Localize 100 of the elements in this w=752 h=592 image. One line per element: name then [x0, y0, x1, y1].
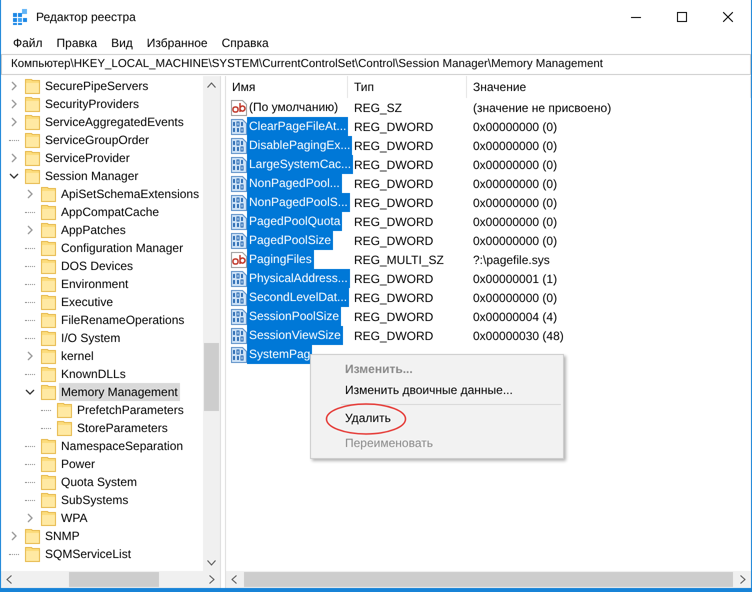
- collapse-chevron-icon[interactable]: [9, 171, 19, 181]
- folder-icon: [41, 312, 56, 328]
- tree-item[interactable]: Session Manager: [43, 167, 140, 185]
- close-icon[interactable]: [723, 12, 733, 22]
- scroll-thumb[interactable]: [244, 572, 733, 587]
- value-name[interactable]: DisablePagingEx...: [247, 136, 352, 155]
- tree-item[interactable]: kernel: [59, 347, 96, 365]
- tree-item[interactable]: SecurePipeServers: [43, 77, 150, 95]
- tree-item[interactable]: Configuration Manager: [59, 239, 186, 257]
- binary-value-icon: [231, 346, 247, 362]
- tree-item[interactable]: KnownDLLs: [59, 365, 128, 383]
- table-cell-text: 0x00000000 (0): [472, 234, 558, 248]
- table-cell-text: 0x00000004 (4): [472, 310, 558, 324]
- folder-icon: [41, 240, 56, 256]
- menu-item[interactable]: Избранное: [140, 36, 215, 50]
- value-name[interactable]: SessionPoolSize: [247, 307, 342, 326]
- value-name[interactable]: SecondLevelDat...: [247, 288, 350, 307]
- address-field[interactable]: Компьютер\HKEY_LOCAL_MACHINE\SYSTEM\CurrentControlSet\Control\Session Manager\Memory Management: [1, 54, 751, 75]
- tree-item[interactable]: PrefetchParameters: [75, 401, 186, 419]
- expand-chevron-icon[interactable]: [25, 351, 35, 361]
- maximize-icon[interactable]: [677, 12, 687, 22]
- binary-value-icon: [231, 156, 247, 172]
- tree-item[interactable]: SecurityProviders: [43, 95, 142, 113]
- binary-value-icon: [231, 232, 247, 248]
- value-name[interactable]: LargeSystemCac...: [247, 155, 354, 174]
- value-name[interactable]: (По умолчанию): [247, 98, 340, 117]
- tree-item[interactable]: ServiceGroupOrder: [43, 131, 152, 149]
- menu-item[interactable]: Изменить двоичные данные...: [311, 380, 563, 401]
- binary-value-icon: [231, 328, 247, 344]
- table-cell-text: REG_DWORD: [353, 120, 434, 134]
- menu-item[interactable]: Правка: [50, 36, 104, 50]
- expand-chevron-icon[interactable]: [9, 99, 19, 109]
- tree-item[interactable]: ApiSetSchemaExtensions: [59, 185, 202, 203]
- expand-chevron-icon[interactable]: [25, 225, 35, 235]
- folder-icon: [41, 438, 56, 454]
- string-value-icon: [231, 100, 247, 116]
- folder-icon: [57, 402, 72, 418]
- scroll-thumb[interactable]: [69, 572, 159, 587]
- tree-item[interactable]: AppPatches: [59, 221, 128, 239]
- expand-chevron-icon[interactable]: [9, 153, 19, 163]
- tree-item[interactable]: SNMP: [43, 527, 82, 545]
- tree-item[interactable]: SubSystems: [59, 491, 130, 509]
- column-header[interactable]: Тип: [348, 76, 467, 98]
- tree-item[interactable]: NamespaceSeparation: [59, 437, 186, 455]
- value-name[interactable]: SystemPag: [247, 345, 312, 364]
- tree-item[interactable]: Environment: [59, 275, 130, 293]
- value-name[interactable]: PhysicalAddress...: [247, 269, 350, 288]
- folder-icon: [41, 366, 56, 382]
- tree-item[interactable]: ServiceAggregatedEvents: [43, 113, 186, 131]
- value-name[interactable]: SessionViewSize: [247, 326, 343, 345]
- tree-item[interactable]: SQMServiceList: [43, 545, 134, 563]
- table-cell-text: REG_DWORD: [353, 234, 434, 248]
- scroll-up-icon[interactable]: [207, 82, 216, 88]
- tree-item[interactable]: I/O System: [59, 329, 122, 347]
- table-cell-text: REG_DWORD: [353, 158, 434, 172]
- table-cell-text: 0x00000000 (0): [472, 158, 558, 172]
- registry-editor-icon: [12, 9, 28, 25]
- tree-item[interactable]: DOS Devices: [59, 257, 136, 275]
- tree-item[interactable]: Quota System: [59, 473, 140, 491]
- expand-chevron-icon[interactable]: [25, 513, 35, 523]
- tree-item[interactable]: Memory Management: [59, 383, 180, 401]
- value-name[interactable]: PagedPoolSize: [247, 231, 334, 250]
- value-name[interactable]: NonPagedPoolS...: [247, 193, 350, 212]
- table-cell-text: ?:\pagefile.sys: [472, 252, 551, 266]
- menu-item[interactable]: Файл: [6, 36, 50, 50]
- column-header[interactable]: Имя: [226, 76, 348, 98]
- collapse-chevron-icon[interactable]: [25, 387, 35, 397]
- expand-chevron-icon[interactable]: [9, 81, 19, 91]
- menu-item[interactable]: Удалить: [311, 408, 563, 429]
- tree-item[interactable]: AppCompatCache: [59, 203, 162, 221]
- scroll-left-icon[interactable]: [231, 575, 237, 584]
- tree-item[interactable]: FileRenameOperations: [59, 311, 186, 329]
- scroll-right-icon[interactable]: [740, 575, 746, 584]
- column-header[interactable]: Значение: [467, 76, 751, 98]
- expand-chevron-icon[interactable]: [9, 117, 19, 127]
- value-name[interactable]: PagingFiles: [247, 250, 314, 269]
- expand-chevron-icon[interactable]: [25, 189, 35, 199]
- binary-value-icon: [231, 194, 247, 210]
- expand-chevron-icon[interactable]: [9, 531, 19, 541]
- table-cell-text: REG_DWORD: [353, 138, 434, 152]
- menu-item[interactable]: Вид: [104, 36, 140, 50]
- folder-icon: [41, 492, 56, 508]
- table-cell-text: REG_DWORD: [353, 310, 434, 324]
- string-value-icon: [231, 252, 247, 268]
- tree-item[interactable]: WPA: [59, 509, 90, 527]
- scroll-thumb[interactable]: [204, 343, 219, 411]
- menu-item[interactable]: Справка: [214, 36, 276, 50]
- tree-item[interactable]: Power: [59, 455, 98, 473]
- scroll-down-icon[interactable]: [207, 560, 216, 566]
- tree-item[interactable]: ServiceProvider: [43, 149, 132, 167]
- value-name[interactable]: NonPagedPool...: [247, 174, 342, 193]
- binary-value-icon: [231, 138, 247, 154]
- tree-item[interactable]: Executive: [59, 293, 116, 311]
- table-cell-text: REG_SZ: [353, 100, 404, 114]
- value-name[interactable]: PagedPoolQuota: [247, 212, 342, 231]
- scroll-left-icon[interactable]: [6, 575, 12, 584]
- value-name[interactable]: ClearPageFileAt...: [247, 117, 348, 136]
- tree-item[interactable]: StoreParameters: [75, 419, 170, 437]
- table-cell-text: REG_DWORD: [353, 196, 434, 210]
- scroll-right-icon[interactable]: [209, 575, 215, 584]
